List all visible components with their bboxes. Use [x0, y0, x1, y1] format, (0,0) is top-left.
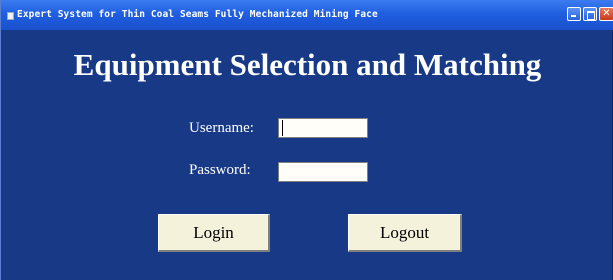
- password-label: Password:: [189, 162, 251, 178]
- page-title: Equipment Selection and Matching: [73, 47, 542, 82]
- app-icon: [7, 12, 14, 20]
- text-cursor: [282, 120, 283, 136]
- minimize-button[interactable]: [567, 7, 581, 21]
- maximize-button[interactable]: [583, 7, 597, 21]
- title-bar[interactable]: Expert System for Thin Coal Seams Fully …: [1, 0, 613, 30]
- close-icon: ✕: [602, 8, 611, 19]
- username-input[interactable]: [278, 118, 368, 138]
- logout-button[interactable]: Logout: [348, 214, 462, 252]
- window-title: Expert System for Thin Coal Seams Fully …: [17, 9, 378, 20]
- login-window: Expert System for Thin Coal Seams Fully …: [0, 0, 613, 280]
- maximize-icon: [587, 11, 595, 20]
- login-button[interactable]: Login: [158, 214, 270, 252]
- minimize-icon: [571, 15, 576, 17]
- password-input[interactable]: [278, 162, 368, 182]
- username-label: Username:: [189, 120, 254, 136]
- close-button[interactable]: ✕: [599, 7, 613, 21]
